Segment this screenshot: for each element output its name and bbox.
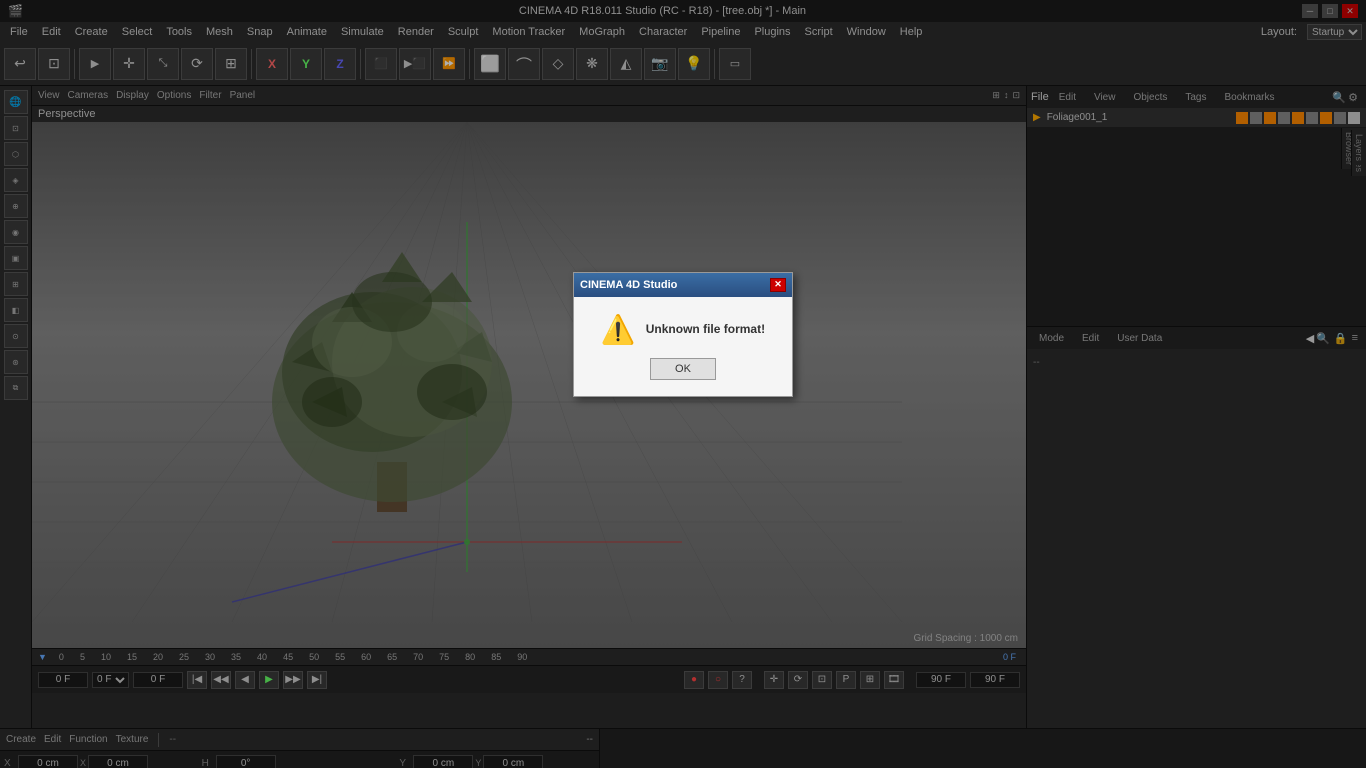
dialog-message: ⚠️ Unknown file format! — [601, 313, 765, 346]
dialog-box: CINEMA 4D Studio ✕ ⚠️ Unknown file forma… — [573, 272, 793, 397]
dialog-close-button[interactable]: ✕ — [770, 278, 786, 292]
warning-icon: ⚠️ — [601, 313, 636, 346]
dialog-overlay: CINEMA 4D Studio ✕ ⚠️ Unknown file forma… — [0, 0, 1366, 768]
dialog-titlebar: CINEMA 4D Studio ✕ — [574, 273, 792, 297]
dialog-title: CINEMA 4D Studio — [580, 279, 677, 291]
dialog-ok-button[interactable]: OK — [650, 358, 716, 380]
dialog-body: ⚠️ Unknown file format! OK — [574, 297, 792, 396]
dialog-message-text: Unknown file format! — [646, 322, 765, 336]
